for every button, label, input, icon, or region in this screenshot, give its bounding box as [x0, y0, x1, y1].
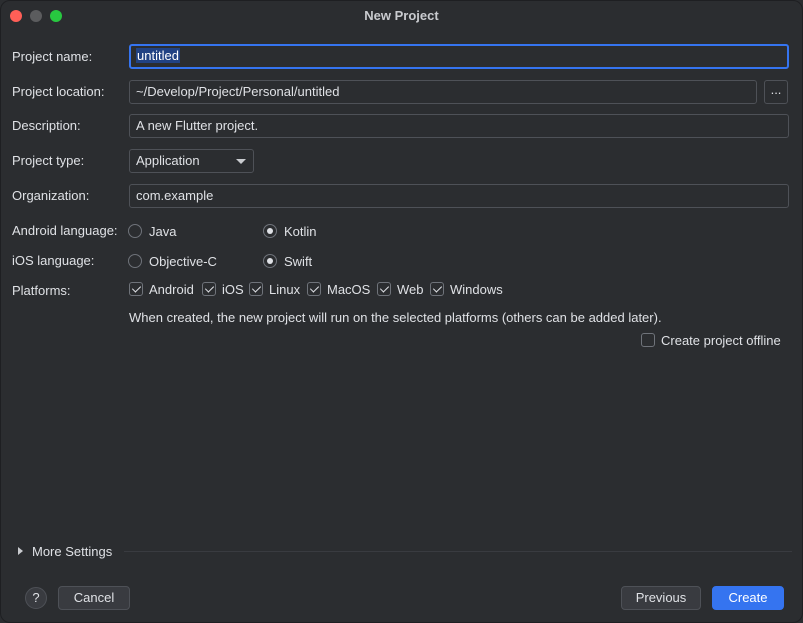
- project-type-label: Project type:: [12, 153, 85, 168]
- new-project-dialog: New Project Project name: untitled Proje…: [0, 0, 803, 623]
- checkbox-android-label: Android: [149, 282, 194, 297]
- radio-swift-label: Swift: [284, 254, 313, 269]
- radio-java[interactable]: [128, 224, 142, 238]
- radio-java-label: Java: [149, 224, 177, 239]
- organization-value: com.example: [136, 188, 214, 203]
- more-settings-label: More Settings: [32, 544, 113, 559]
- project-name-value: untitled: [136, 48, 180, 63]
- browse-location-button[interactable]: ...: [764, 80, 788, 104]
- description-value: A new Flutter project.: [136, 118, 259, 133]
- checkbox-windows-label: Windows: [450, 282, 503, 297]
- organization-label: Organization:: [12, 188, 90, 203]
- organization-input[interactable]: com.example: [129, 184, 789, 208]
- radio-kotlin[interactable]: [263, 224, 277, 238]
- checkbox-macos[interactable]: [307, 282, 321, 296]
- description-input[interactable]: A new Flutter project.: [129, 114, 789, 138]
- checkbox-create-offline-label: Create project offline: [661, 333, 781, 348]
- window-title: New Project: [364, 8, 439, 23]
- chevron-down-icon: [236, 159, 246, 164]
- checkbox-create-offline[interactable]: [641, 333, 655, 347]
- project-location-input[interactable]: ~/Develop/Project/Personal/untitled: [129, 80, 757, 104]
- platforms-hint: When created, the new project will run o…: [129, 310, 662, 325]
- platforms-label: Platforms:: [12, 283, 71, 298]
- radio-kotlin-label: Kotlin: [284, 224, 317, 239]
- checkbox-macos-label: MacOS: [327, 282, 371, 297]
- description-label: Description:: [12, 118, 81, 133]
- checkbox-ios[interactable]: [202, 282, 216, 296]
- title-bar: New Project: [1, 1, 802, 31]
- project-name-input[interactable]: untitled: [129, 44, 789, 69]
- android-language-label: Android language:: [12, 223, 118, 238]
- checkbox-linux[interactable]: [249, 282, 263, 296]
- project-name-label: Project name:: [12, 49, 93, 64]
- project-type-select[interactable]: Application: [129, 149, 254, 173]
- previous-button[interactable]: Previous: [621, 586, 701, 610]
- help-button[interactable]: ?: [25, 587, 47, 609]
- ios-language-label: iOS language:: [12, 253, 95, 268]
- checkbox-windows[interactable]: [430, 282, 444, 296]
- checkbox-web[interactable]: [377, 282, 391, 296]
- project-location-value: ~/Develop/Project/Personal/untitled: [136, 84, 340, 99]
- divider: [124, 551, 792, 552]
- checkbox-ios-label: iOS: [222, 282, 244, 297]
- radio-swift[interactable]: [263, 254, 277, 268]
- project-location-label: Project location:: [12, 84, 105, 99]
- chevron-right-icon: [18, 547, 23, 555]
- checkbox-linux-label: Linux: [269, 282, 301, 297]
- radio-objective-c-label: Objective-C: [149, 254, 217, 269]
- checkbox-android[interactable]: [129, 282, 143, 296]
- radio-objective-c[interactable]: [128, 254, 142, 268]
- create-button[interactable]: Create: [712, 586, 784, 610]
- cancel-button[interactable]: Cancel: [58, 586, 130, 610]
- project-type-value: Application: [136, 153, 200, 168]
- checkbox-web-label: Web: [397, 282, 424, 297]
